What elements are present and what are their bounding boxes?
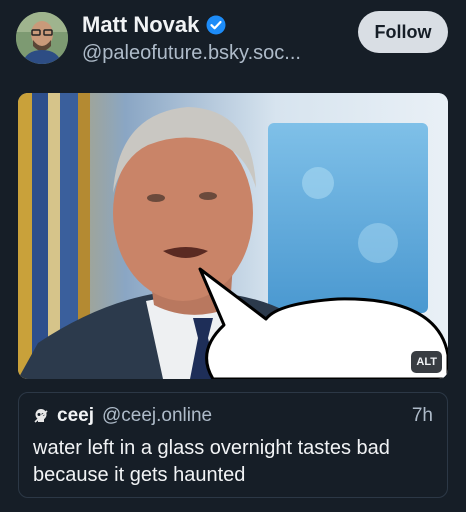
follow-button[interactable]: Follow [358, 11, 448, 53]
quoted-author-name[interactable]: ceej [57, 405, 94, 427]
post-card: Matt Novak @paleofuture.bsky.soc... Foll… [0, 0, 466, 512]
verified-check-icon [206, 15, 226, 35]
quoted-post-text: water left in a glass overnight tastes b… [33, 437, 390, 486]
author-avatar[interactable] [16, 12, 68, 64]
quoted-post-time: 7h [411, 405, 433, 426]
alt-text-badge[interactable]: ALT [411, 351, 442, 373]
quoted-post[interactable]: ceej @ceej.online 7h water left in a gla… [18, 392, 448, 498]
quoted-post-header: ceej @ceej.online 7h [33, 403, 433, 429]
skull-avatar-icon[interactable] [33, 408, 49, 424]
post-image[interactable]: ALT [18, 93, 448, 379]
author-name-row: Matt Novak [82, 10, 226, 40]
quoted-author-handle[interactable]: @ceej.online [102, 405, 212, 427]
author-handle[interactable]: @paleofuture.bsky.soc... [82, 42, 352, 65]
author-display-name[interactable]: Matt Novak [82, 12, 199, 38]
